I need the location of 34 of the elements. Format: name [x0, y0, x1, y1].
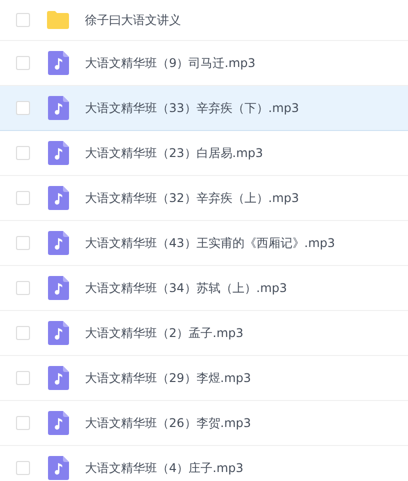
checkbox[interactable]: [16, 371, 30, 385]
checkbox[interactable]: [16, 13, 30, 27]
checkbox[interactable]: [16, 416, 30, 430]
music-file-icon: [48, 186, 68, 210]
file-name[interactable]: 大语文精华班（43）王实甫的《西厢记》.mp3: [85, 234, 336, 252]
music-file-icon: [48, 321, 68, 345]
checkbox[interactable]: [16, 236, 30, 250]
file-name[interactable]: 大语文精华班（9）司马迁.mp3: [85, 54, 256, 72]
music-file-icon: [48, 51, 68, 75]
checkbox[interactable]: [16, 326, 30, 340]
file-name[interactable]: 大语文精华班（34）苏轼（上）.mp3: [85, 279, 288, 297]
checkbox[interactable]: [16, 461, 30, 475]
music-file-icon: [48, 231, 68, 255]
music-file-icon: [48, 96, 68, 120]
file-name[interactable]: 徐子曰大语文讲义: [85, 11, 181, 29]
file-name[interactable]: 大语文精华班（26）李贺.mp3: [85, 414, 252, 432]
file-name[interactable]: 大语文精华班（4）庄子.mp3: [85, 459, 244, 477]
checkbox[interactable]: [16, 56, 30, 70]
music-file-icon: [48, 366, 68, 390]
folder-icon: [46, 10, 70, 30]
music-file-icon: [48, 411, 68, 435]
file-name[interactable]: 大语文精华班（29）李煜.mp3: [85, 369, 252, 387]
music-file-icon: [48, 276, 68, 300]
file-name[interactable]: 大语文精华班（23）白居易.mp3: [85, 144, 264, 162]
music-file-icon: [48, 456, 68, 480]
file-row[interactable]: 大语文精华班（33）辛弃疾（下）.mp3: [0, 86, 408, 131]
file-name[interactable]: 大语文精华班（32）辛弃疾（上）.mp3: [85, 189, 300, 207]
checkbox[interactable]: [16, 191, 30, 205]
checkbox[interactable]: [16, 281, 30, 295]
file-name[interactable]: 大语文精华班（33）辛弃疾（下）.mp3: [85, 99, 300, 117]
file-name[interactable]: 大语文精华班（2）孟子.mp3: [85, 324, 244, 342]
checkbox[interactable]: [16, 146, 30, 160]
music-file-icon: [48, 141, 68, 165]
checkbox[interactable]: [16, 101, 30, 115]
